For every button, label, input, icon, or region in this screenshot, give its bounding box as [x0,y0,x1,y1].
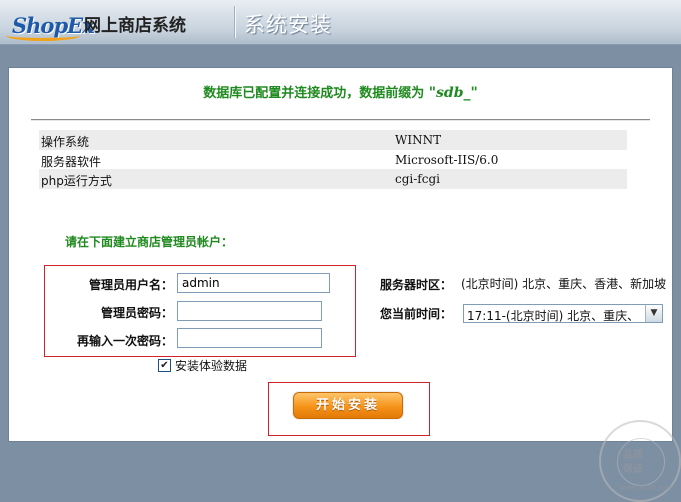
username-label: 管理员用户名： [88,278,173,292]
stamp-url: www.3A88.com [619,484,674,492]
demo-data-checkbox[interactable]: ✔ [158,359,171,372]
timezone-value: (北京时间) 北京、重庆、香港、新加坡 [461,277,667,291]
env-value: WINNT [395,133,442,147]
db-prefix: "sdb_" [428,85,478,101]
chevron-down-icon[interactable]: ▼ [645,305,662,322]
current-time-selected: 17:11-(北京时间) 北京、重庆、 [467,309,640,323]
current-time-select[interactable]: 17:11-(北京时间) 北京、重庆、 ▼ [463,304,663,323]
env-key: php运行方式 [41,174,112,188]
env-key: 服务器软件 [41,155,102,169]
username-input[interactable] [177,273,330,293]
timezone-label: 服务器时区： [380,278,453,292]
confirm-password-label: 再输入一次密码： [76,334,173,348]
password-label: 管理员密码： [100,306,173,320]
db-status-message: 数据库已配置并连接成功，数据前缀为 "sdb_" [9,82,672,101]
app-title: 网上商店系统 [84,16,186,36]
password-input[interactable] [177,301,322,321]
env-key: 操作系统 [41,135,90,149]
env-row: php运行方式 cgi-fcgi [39,169,627,189]
header-bar: ShopEx 网上商店系统 系统安装 [0,0,681,45]
env-row: 服务器软件 Microsoft-IIS/6.0 [39,150,627,170]
env-value: Microsoft-IIS/6.0 [395,153,499,167]
demo-data-label: 安装体验数据 [175,359,248,373]
watermark-stamp: 品质 保证 www.3A88.com [599,420,681,502]
env-row: 操作系统 WINNT [39,130,627,150]
admin-section-heading: 请在下面建立商店管理员帐户： [65,235,234,249]
env-value: cgi-fcgi [395,172,440,186]
page-title: 系统安装 [244,13,332,37]
header-divider [234,6,236,38]
start-install-button[interactable]: 开始安装 [293,392,403,419]
shopex-logo: ShopEx [4,6,95,41]
stamp-text: 品质 [623,450,643,461]
logo-swoosh [6,30,80,41]
confirm-password-input[interactable] [177,328,322,348]
stamp-text: 保证 [623,464,643,475]
divider [31,119,650,121]
current-time-label: 您当前时间： [380,307,453,321]
install-panel: 数据库已配置并连接成功，数据前缀为 "sdb_" 操作系统 WINNT 服务器软… [9,68,681,502]
db-status-text: 数据库已配置并连接成功，数据前缀为 [203,86,425,101]
